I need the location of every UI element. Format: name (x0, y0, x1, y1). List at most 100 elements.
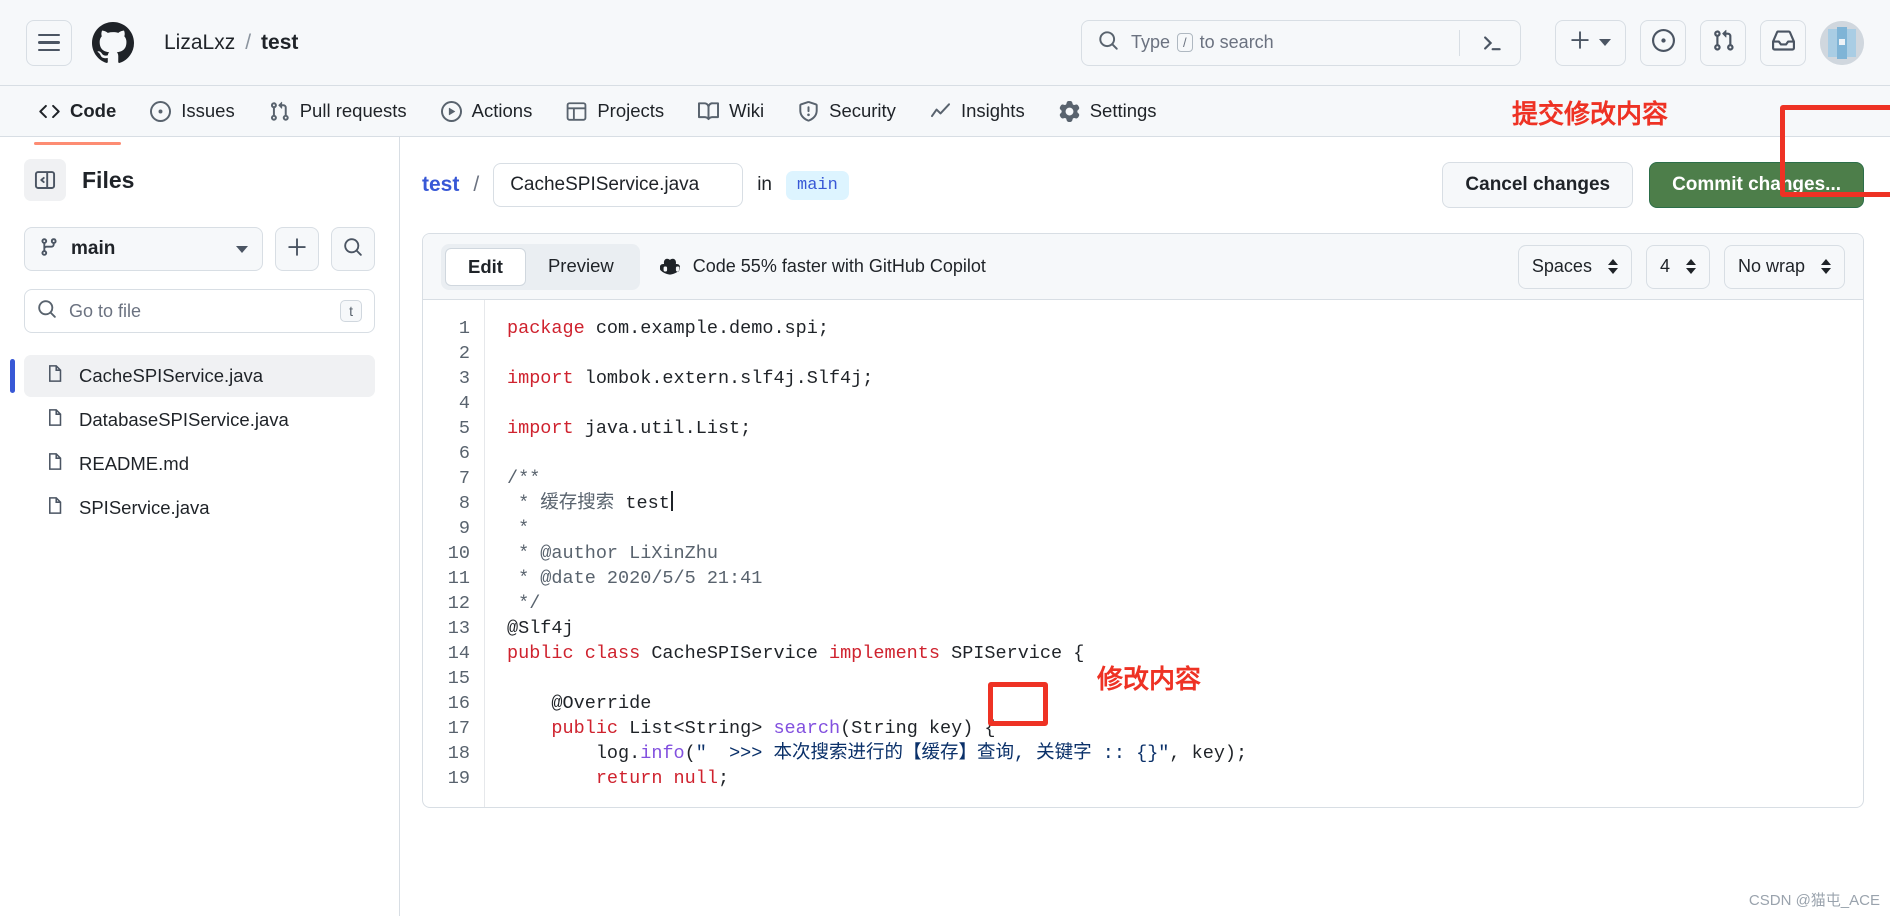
github-logo-icon[interactable] (92, 21, 134, 64)
path-repo-link[interactable]: test (422, 173, 459, 197)
issues-button[interactable] (1640, 19, 1686, 66)
filename-input[interactable]: CacheSPIService.java (493, 163, 744, 207)
create-new-button[interactable] (1555, 19, 1626, 66)
nav-item-wiki[interactable]: Wiki (685, 91, 777, 131)
in-label: in (757, 174, 772, 195)
plus-icon (287, 237, 307, 262)
code-line: import java.util.List; (507, 416, 1863, 441)
code-token: ( (684, 743, 696, 764)
branch-selector[interactable]: main (24, 227, 263, 271)
line-number: 11 (447, 568, 470, 589)
nav-label: Code (70, 100, 117, 121)
wrap-mode-select[interactable]: No wrap (1723, 244, 1845, 289)
nav-item-issues[interactable]: Issues (137, 91, 247, 131)
code-token: @Slf4j (507, 618, 574, 639)
cancel-changes-button[interactable]: Cancel changes (1442, 162, 1634, 208)
copilot-promo[interactable]: Code 55% faster with GitHub Copilot (659, 253, 986, 281)
tab-edit[interactable]: Edit (445, 247, 526, 286)
indent-size-select[interactable]: 4 (1645, 244, 1710, 289)
files-title: Files (82, 166, 135, 193)
code-area[interactable]: 1 2 3 4 5 6 7 8 9 10 11 12 13 14 15 16 17 18 19 package co… (423, 300, 1863, 807)
nav-item-settings[interactable]: Settings (1046, 91, 1170, 131)
list-item[interactable]: CacheSPIService.java (10, 355, 375, 397)
branch-row: main (24, 227, 375, 271)
code-line: /** (507, 466, 1863, 491)
menu-button[interactable] (26, 19, 72, 66)
nav-item-pull-requests[interactable]: Pull requests (256, 91, 420, 131)
watermark: CSDN @猫屯_ACE (1748, 892, 1880, 909)
edit-preview-tabs: Edit Preview (441, 243, 640, 290)
path-actions: Cancel changes Commit changes... (1442, 162, 1864, 208)
search-input[interactable]: Type / to search (1081, 19, 1521, 66)
search-icon (37, 299, 57, 324)
go-to-file-placeholder: Go to file (69, 300, 142, 321)
code-token: * (507, 518, 530, 539)
breadcrumb-owner[interactable]: LizaLxz (164, 31, 235, 55)
inbox-icon (1771, 29, 1795, 57)
code-line: @Slf4j (507, 616, 1863, 641)
search-icon (1098, 30, 1119, 56)
code-token: info (640, 743, 685, 764)
issue-opened-icon (150, 100, 172, 122)
code-token: List<String> (629, 718, 774, 739)
path-separator: / (473, 173, 480, 196)
list-item[interactable]: README.md (24, 443, 375, 485)
nav-item-insights[interactable]: Insights (917, 91, 1038, 131)
code-token: */ (507, 593, 541, 614)
notifications-button[interactable] (1760, 19, 1806, 66)
list-item[interactable]: SPIService.java (24, 487, 375, 529)
breadcrumb-repo[interactable]: test (261, 31, 298, 55)
line-number: 9 (458, 518, 470, 539)
book-icon (698, 101, 720, 122)
indent-mode-value: Spaces (1531, 256, 1592, 276)
hamburger-icon (38, 33, 60, 52)
go-to-file-input[interactable]: Go to file t (24, 289, 375, 333)
code-token: package (507, 318, 596, 339)
nav-item-security[interactable]: Security (785, 91, 909, 131)
add-file-button[interactable] (275, 227, 319, 271)
files-header: Files (24, 159, 375, 201)
commit-changes-button[interactable]: Commit changes... (1649, 162, 1864, 208)
line-number: 1 (458, 318, 470, 339)
nav-item-code[interactable]: Code (26, 91, 129, 145)
line-number: 12 (447, 593, 470, 614)
line-number-gutter: 1 2 3 4 5 6 7 8 9 10 11 12 13 14 15 16 17 18 19 (423, 300, 485, 807)
tab-preview[interactable]: Preview (526, 248, 636, 286)
file-icon (46, 408, 65, 432)
code-token: null (673, 768, 718, 789)
file-path-row: test / CacheSPIService.java in main Canc… (422, 105, 1890, 211)
code-content[interactable]: package com.example.demo.spi; import lomb… (485, 300, 1863, 807)
line-number: 15 (447, 668, 470, 689)
sidebar-search-button[interactable] (331, 227, 375, 271)
line-number: 13 (447, 618, 470, 639)
code-token: ; (717, 768, 730, 789)
select-arrows-icon (1685, 259, 1696, 274)
code-token: log. (507, 743, 641, 764)
nav-item-actions[interactable]: Actions (428, 91, 546, 131)
code-line: public List<String> search(String key) { (507, 716, 1863, 741)
list-item[interactable]: DatabaseSPIService.java (24, 399, 375, 441)
select-arrows-icon (1607, 259, 1618, 274)
repo-breadcrumb: LizaLxz / test (164, 31, 298, 55)
avatar[interactable] (1820, 20, 1864, 65)
code-token: return (507, 768, 674, 789)
table-icon (566, 101, 587, 122)
file-name: README.md (79, 453, 189, 474)
code-token: ) { (962, 718, 996, 739)
git-branch-icon (39, 237, 59, 262)
git-pull-request-icon (269, 101, 290, 122)
editor-panel: test / CacheSPIService.java in main Canc… (400, 105, 1890, 916)
file-list: CacheSPIService.java DatabaseSPIService.… (10, 355, 375, 529)
search-placeholder: Type / to search (1131, 32, 1274, 52)
code-token: * 缓存搜索 (507, 493, 615, 514)
code-token: java.util.List; (584, 418, 752, 439)
sidebar-collapse-icon[interactable] (24, 159, 66, 201)
pull-requests-button[interactable] (1700, 19, 1746, 66)
line-number: 10 (447, 543, 470, 564)
issue-opened-icon (1651, 28, 1675, 57)
file-sidebar: Files main Go to file t CacheSPIService.… (0, 137, 400, 916)
indent-mode-select[interactable]: Spaces (1517, 244, 1632, 289)
terminal-icon[interactable] (1472, 32, 1512, 54)
nav-item-projects[interactable]: Projects (553, 91, 677, 131)
